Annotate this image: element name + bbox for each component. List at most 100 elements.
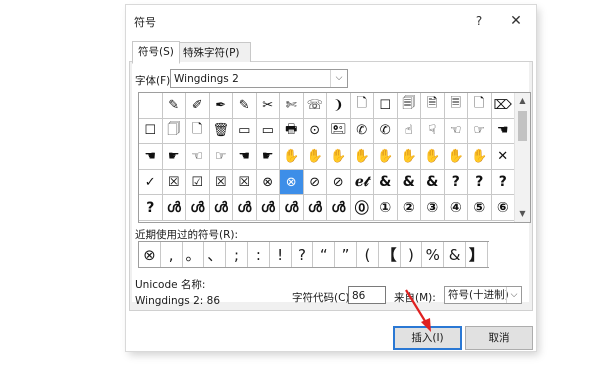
recent-symbol-cell[interactable]: ” [335,242,357,267]
symbol-cell[interactable]: 🗍 [162,118,186,145]
symbol-cell[interactable]: ✓ [139,169,163,196]
symbol-cell[interactable]: ✋ [303,144,327,170]
symbol-cell[interactable]: ☞ [468,118,492,145]
recent-symbol-cell[interactable]: “ [313,242,336,267]
symbol-cell[interactable]: ☟ [421,118,445,145]
symbol-cell[interactable]: 🗏 [444,93,468,119]
symbol-cell[interactable]: 🖭 [327,118,351,145]
recent-symbol-cell[interactable]: ⊗ [139,242,161,267]
symbol-cell[interactable]: ? [139,195,163,221]
tab-symbols[interactable]: 符号(S) [132,41,180,64]
symbol-cell[interactable]: ☒ [209,169,233,196]
symbol-cell[interactable]: ① [374,195,398,221]
symbol-cell[interactable]: ൾ [280,195,304,221]
symbol-cell[interactable]: & [397,169,421,196]
chevron-down-icon[interactable]: ⌵ [330,70,347,87]
cancel-button[interactable]: 取消 [465,326,533,350]
symbol-cell[interactable]: ② [397,195,421,221]
recent-symbol-cell[interactable]: ; [226,242,248,267]
symbol-cell[interactable]: ✎ [162,93,186,119]
grid-scrollbar[interactable]: ▲ ▼ [514,93,530,222]
symbol-cell[interactable]: ☛ [256,144,280,170]
symbol-cell[interactable]: ⊗ [280,169,304,196]
symbol-cell[interactable]: ൾ [233,195,257,221]
from-select[interactable]: 符号(十进制) ⌵ [444,286,522,304]
symbol-cell[interactable]: ✆ [374,118,398,145]
symbol-cell[interactable]: ❩ [327,93,351,119]
symbol-cell[interactable]: ⓪ [350,195,374,221]
symbol-cell[interactable]: ▭ [233,118,257,145]
symbol-cell[interactable]: ✐ [186,93,210,119]
close-button[interactable]: ✕ [508,13,524,29]
recent-symbol-cell[interactable]: 【 [379,242,401,267]
char-code-input[interactable]: 86 [348,286,386,304]
font-select[interactable]: Wingdings 2 ⌵ [170,69,348,88]
symbol-cell[interactable]: ൾ [209,195,233,221]
symbol-cell[interactable]: 🗋 [186,118,210,145]
symbol-cell[interactable]: ? [468,169,492,196]
symbol-cell[interactable]: ℯ𝓉 [350,169,374,196]
help-button[interactable]: ? [471,13,487,29]
symbol-cell[interactable]: ✋ [468,144,492,170]
symbol-cell[interactable]: ⑥ [491,195,515,221]
symbol-cell[interactable]: ☚ [491,118,515,145]
symbol-cell[interactable]: ⊗ [256,169,280,196]
symbol-cell[interactable]: ☞ [209,144,233,170]
symbol-cell[interactable]: ൾ [162,195,186,221]
recent-symbol-cell[interactable]: ) [401,242,423,267]
symbol-cell[interactable]: 🗋 [350,93,374,119]
symbol-cell[interactable]: ⊘ [327,169,351,196]
symbol-cell[interactable]: ⊙ [303,118,327,145]
insert-button[interactable]: 插入(I) [393,326,462,350]
scroll-up-icon[interactable]: ▲ [515,94,530,108]
symbol-cell[interactable] [139,93,163,119]
symbol-cell[interactable]: ✋ [397,144,421,170]
recent-symbol-cell[interactable]: % [422,242,445,267]
symbol-cell[interactable]: ☒ [162,169,186,196]
symbol-cell[interactable]: 🖶 [280,118,304,145]
symbol-cell[interactable]: ☐ [374,93,398,119]
recent-symbol-cell[interactable]: : [248,242,270,267]
scroll-down-icon[interactable]: ▼ [515,207,530,221]
recent-symbol-cell[interactable]: 】 [466,242,488,267]
symbol-cell[interactable]: ✂ [256,93,280,119]
symbol-cell[interactable]: & [421,169,445,196]
recent-symbol-cell[interactable]: 。 [183,242,205,267]
symbol-cell[interactable]: ? [444,169,468,196]
symbol-cell[interactable]: ✎ [233,93,257,119]
symbol-cell[interactable]: ☚ [233,144,257,170]
recent-symbol-cell[interactable]: ( [357,242,379,267]
symbol-cell[interactable]: ☚ [139,144,163,170]
symbol-cell[interactable]: ☛ [162,144,186,170]
symbol-cell[interactable]: ✋ [421,144,445,170]
symbol-cell[interactable]: ✋ [327,144,351,170]
symbol-cell[interactable]: ✆ [350,118,374,145]
symbol-cell[interactable]: ✋ [374,144,398,170]
symbol-cell[interactable]: ൾ [303,195,327,221]
symbol-cell[interactable]: ? [491,169,515,196]
recent-symbol-cell[interactable]: ! [270,242,292,267]
symbol-cell[interactable]: ③ [421,195,445,221]
symbol-cell[interactable]: ☑ [186,169,210,196]
recent-symbol-cell[interactable]: 、 [204,242,227,267]
symbol-cell[interactable]: 🗑 [209,118,233,145]
symbol-cell[interactable]: ☝ [397,118,421,145]
symbol-cell[interactable]: ☜ [444,118,468,145]
symbol-cell[interactable]: ▭ [256,118,280,145]
symbol-cell[interactable]: ൾ [256,195,280,221]
symbol-cell[interactable]: ☒ [233,169,257,196]
symbol-cell[interactable]: ☏ [303,93,327,119]
symbol-cell[interactable]: ⊘ [303,169,327,196]
symbol-cell[interactable]: ⌦ [491,93,515,119]
symbol-cell[interactable]: ⑤ [468,195,492,221]
symbol-cell[interactable]: ൾ [327,195,351,221]
symbol-cell[interactable]: 🗐 [397,93,421,119]
symbol-cell[interactable]: ✋ [350,144,374,170]
symbol-cell[interactable]: ☐ [139,118,163,145]
symbol-cell[interactable]: ④ [444,195,468,221]
symbol-cell[interactable]: & [374,169,398,196]
symbol-cell[interactable]: ☜ [186,144,210,170]
recent-symbol-cell[interactable]: & [444,242,466,267]
tab-special-characters[interactable]: 特殊字符(P) [177,42,251,63]
recent-symbol-cell[interactable]: , [161,242,183,267]
